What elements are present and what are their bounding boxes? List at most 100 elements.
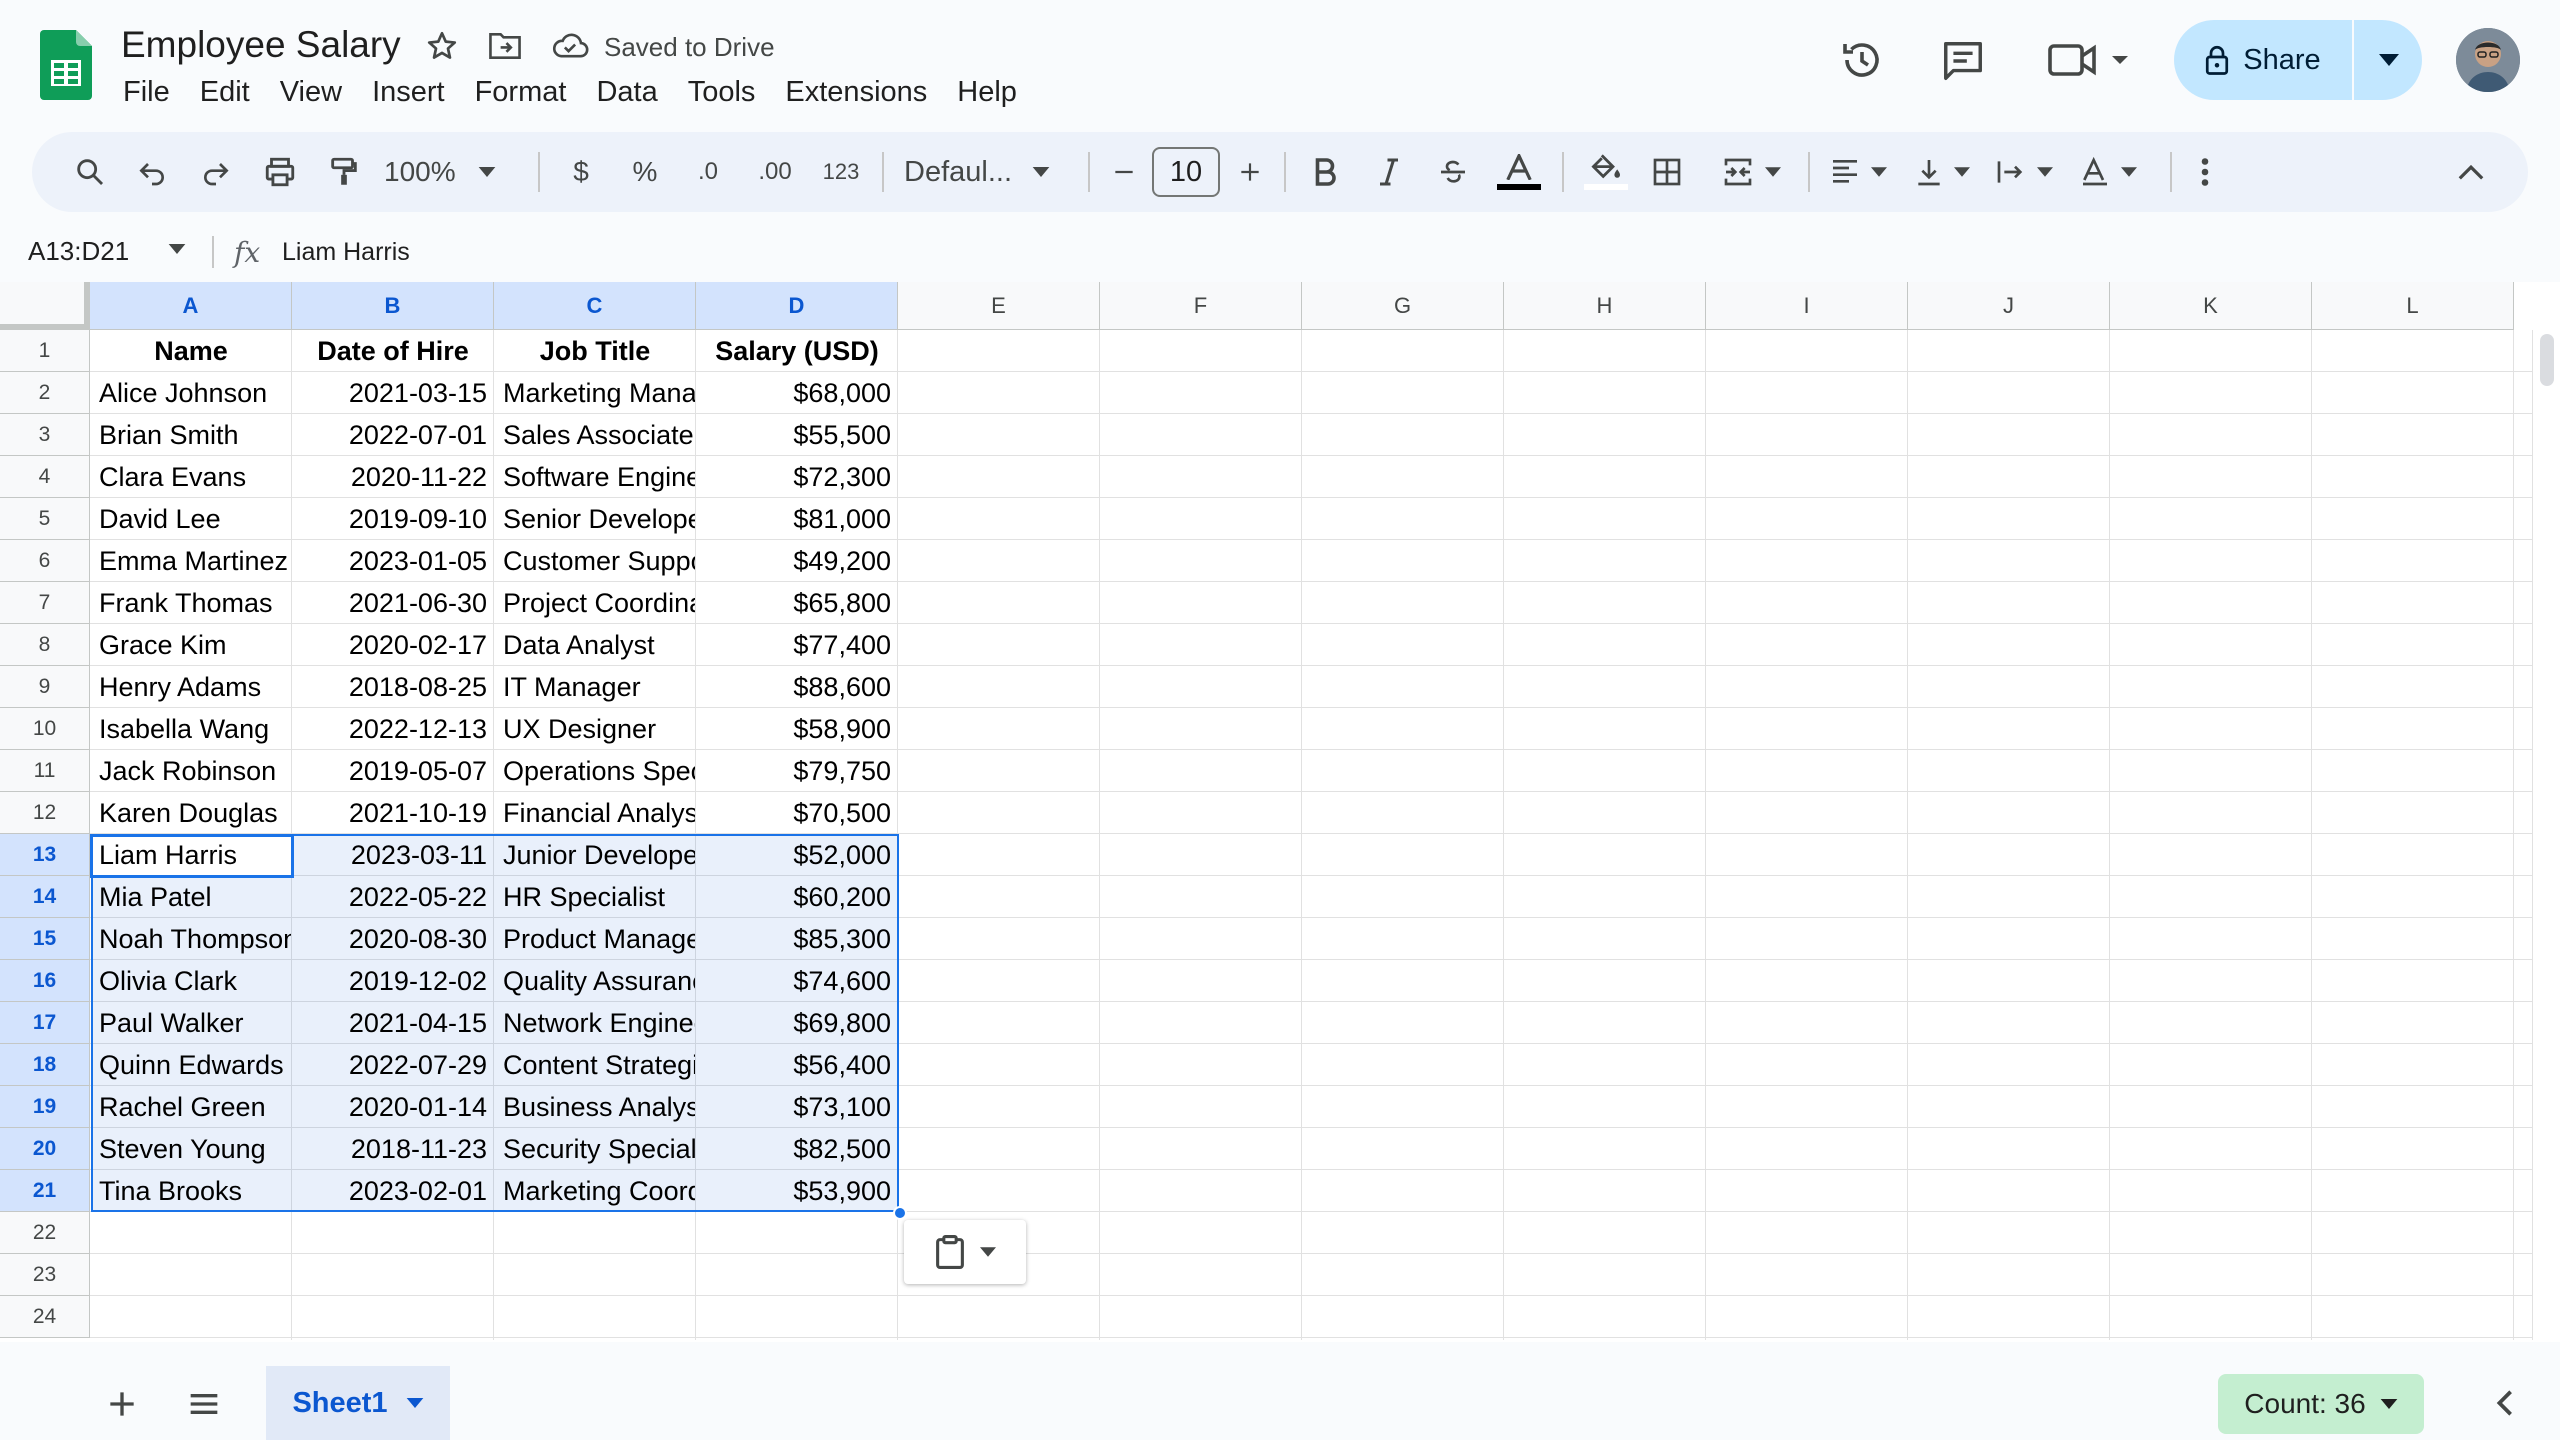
vertical-scrollbar[interactable] (2532, 330, 2560, 1342)
menu-file[interactable]: File (108, 72, 185, 112)
table-cell[interactable]: $60,200 (697, 876, 897, 918)
add-sheet-icon[interactable] (102, 1384, 142, 1424)
column-header-d[interactable]: D (696, 282, 898, 330)
italic-icon[interactable] (1364, 132, 1414, 212)
table-cell[interactable]: Mia Patel (91, 876, 291, 918)
table-cell[interactable]: Tina Brooks (91, 1170, 291, 1212)
row-header-21[interactable]: 21 (0, 1170, 90, 1212)
strikethrough-icon[interactable] (1428, 132, 1478, 212)
text-wrap-icon[interactable] (1976, 132, 2072, 212)
horizontal-scrollbar[interactable] (0, 1340, 2560, 1342)
table-cell[interactable]: Frank Thomas (91, 582, 291, 624)
row-header-22[interactable]: 22 (0, 1212, 90, 1254)
column-header-c[interactable]: C (494, 282, 696, 330)
table-cell[interactable]: 2022-12-13 (293, 708, 493, 750)
table-cell[interactable]: Brian Smith (91, 414, 291, 456)
table-cell[interactable]: $68,000 (697, 372, 897, 414)
table-cell[interactable]: Clara Evans (91, 456, 291, 498)
table-cell[interactable]: UX Designer (495, 708, 695, 750)
row-header-8[interactable]: 8 (0, 624, 90, 666)
table-cell[interactable]: Security Speciali (495, 1128, 695, 1170)
redo-icon[interactable] (190, 132, 242, 212)
table-cell[interactable]: 2019-12-02 (293, 960, 493, 1002)
menu-edit[interactable]: Edit (185, 72, 265, 112)
collapse-icon[interactable] (2446, 132, 2496, 212)
all-sheets-icon[interactable] (184, 1384, 224, 1424)
comment-icon[interactable] (1940, 38, 1986, 84)
font-size-decrease-button[interactable] (1102, 132, 1146, 212)
table-cell[interactable]: IT Manager (495, 666, 695, 708)
avatar[interactable] (2456, 28, 2520, 92)
vertical-scroll-thumb[interactable] (2540, 334, 2554, 386)
table-cell[interactable]: 2019-05-07 (293, 750, 493, 792)
align-icon[interactable] (1810, 132, 1906, 212)
table-cell[interactable]: $81,000 (697, 498, 897, 540)
table-cell[interactable]: Financial Analys (495, 792, 695, 834)
table-cell[interactable]: 2020-11-22 (293, 456, 493, 498)
table-cell[interactable]: Marketing Mana (495, 372, 695, 414)
row-header-1[interactable]: 1 (0, 330, 90, 372)
table-cell[interactable]: Emma Martinez (91, 540, 291, 582)
paint-format-icon[interactable] (318, 132, 370, 212)
table-cell[interactable]: 2023-01-05 (293, 540, 493, 582)
table-cell[interactable]: Grace Kim (91, 624, 291, 666)
table-cell[interactable]: Alice Johnson (91, 372, 291, 414)
table-cell[interactable]: Jack Robinson (91, 750, 291, 792)
table-cell[interactable]: $65,800 (697, 582, 897, 624)
font-size-increase-button[interactable] (1228, 132, 1272, 212)
table-cell[interactable]: 2021-06-30 (293, 582, 493, 624)
paste-options-button[interactable] (904, 1220, 1026, 1284)
table-cell[interactable]: $53,900 (697, 1170, 897, 1212)
table-cell[interactable]: 2020-02-17 (293, 624, 493, 666)
borders-icon[interactable] (1642, 132, 1692, 212)
table-cell[interactable]: Sales Associate (495, 414, 695, 456)
table-cell[interactable]: $69,800 (697, 1002, 897, 1044)
table-cell[interactable]: Marketing Coord (495, 1170, 695, 1212)
row-header-7[interactable]: 7 (0, 582, 90, 624)
menu-extensions[interactable]: Extensions (770, 72, 942, 112)
row-header-14[interactable]: 14 (0, 876, 90, 918)
side-panel-toggle-icon[interactable] (2490, 1388, 2520, 1418)
table-cell[interactable]: $77,400 (697, 624, 897, 666)
column-header-j[interactable]: J (1908, 282, 2110, 330)
column-header-k[interactable]: K (2110, 282, 2312, 330)
menu-help[interactable]: Help (942, 72, 1032, 112)
table-cell[interactable]: Data Analyst (495, 624, 695, 666)
table-cell[interactable]: Olivia Clark (91, 960, 291, 1002)
meet-icon[interactable] (2048, 40, 2132, 80)
table-cell[interactable]: Noah Thompson (91, 918, 291, 960)
table-cell[interactable]: Steven Young (91, 1128, 291, 1170)
menu-data[interactable]: Data (581, 72, 672, 112)
document-title[interactable]: Employee Salary (121, 24, 401, 66)
select-all-corner[interactable] (0, 282, 90, 330)
table-cell[interactable]: 2021-04-15 (293, 1002, 493, 1044)
table-cell[interactable]: Operations Spec (495, 750, 695, 792)
table-cell[interactable]: 2021-10-19 (293, 792, 493, 834)
table-cell[interactable]: Karen Douglas (91, 792, 291, 834)
currency-button[interactable]: $ (556, 132, 606, 212)
table-cell[interactable]: 2023-02-01 (293, 1170, 493, 1212)
history-icon[interactable] (1838, 36, 1886, 84)
table-cell[interactable]: Henry Adams (91, 666, 291, 708)
row-header-24[interactable]: 24 (0, 1296, 90, 1338)
menu-tools[interactable]: Tools (673, 72, 771, 112)
chevron-down-icon[interactable] (168, 244, 186, 254)
row-header-2[interactable]: 2 (0, 372, 90, 414)
table-cell[interactable]: Content Strategi (495, 1044, 695, 1086)
share-button[interactable]: Share (2174, 20, 2422, 100)
table-cell[interactable]: Paul Walker (91, 1002, 291, 1044)
table-cell[interactable]: 2018-08-25 (293, 666, 493, 708)
search-icon[interactable] (62, 132, 118, 212)
table-cell[interactable]: Junior Develope (495, 834, 695, 876)
zoom-select[interactable]: 100% (384, 132, 514, 212)
table-cell[interactable]: $55,500 (697, 414, 897, 456)
row-header-11[interactable]: 11 (0, 750, 90, 792)
table-cell[interactable]: $73,100 (697, 1086, 897, 1128)
row-header-19[interactable]: 19 (0, 1086, 90, 1128)
menu-insert[interactable]: Insert (357, 72, 460, 112)
chevron-down-icon[interactable] (406, 1398, 424, 1408)
header-cell[interactable]: Name (91, 330, 291, 372)
row-header-10[interactable]: 10 (0, 708, 90, 750)
table-cell[interactable]: Product Manage (495, 918, 695, 960)
table-cell[interactable]: Isabella Wang (91, 708, 291, 750)
